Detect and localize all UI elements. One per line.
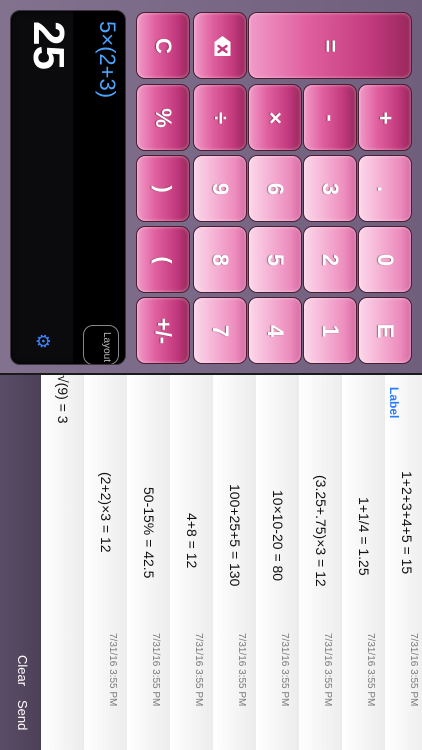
history-row[interactable]: √(9) = 3 xyxy=(41,375,85,750)
history-row[interactable]: (3.25+.75)×3 = 12 7/31/16 3:55 PM xyxy=(299,375,343,750)
history-row[interactable]: (2+2)×3 = 12 7/31/16 3:55 PM xyxy=(84,375,128,750)
history-equation: 100+25+5 = 130 xyxy=(227,484,243,587)
digit-7-key-label: 7 xyxy=(208,324,233,337)
digit-5-key-label: 5 xyxy=(263,253,288,266)
percent-key[interactable]: % xyxy=(136,84,190,151)
exponent-key[interactable]: E xyxy=(358,297,412,364)
subtract-key[interactable]: - xyxy=(303,84,357,151)
equals-key-label: = xyxy=(318,39,343,52)
digit-0-key-label: 0 xyxy=(373,253,398,266)
digit-8-key[interactable]: 8 xyxy=(193,226,247,293)
clear-key[interactable]: C xyxy=(136,12,190,79)
add-key[interactable]: + xyxy=(358,84,412,151)
history-equation: (3.25+.75)×3 = 12 xyxy=(313,475,329,587)
result-value: 25 xyxy=(24,21,73,70)
gear-icon[interactable]: ⚙ xyxy=(32,333,53,349)
history-row[interactable]: 10×10-20 = 80 7/31/16 3:55 PM xyxy=(256,375,300,750)
decimal-key[interactable]: . xyxy=(358,155,412,222)
backspace-key[interactable] xyxy=(193,12,247,79)
divide-key[interactable]: ÷ xyxy=(193,84,247,151)
calculator-panel: 25 ⚙ ○○● 5×(2+3) Layout C =% ÷ × - +) 9 6 3. (8 5 2… xyxy=(0,0,422,373)
history-equation: 10×10-20 = 80 xyxy=(270,490,286,582)
history-equation: 50-15% = 42.5 xyxy=(141,487,157,579)
percent-key-label: % xyxy=(151,107,176,128)
history-timestamp: 7/31/16 3:55 PM xyxy=(322,633,333,707)
decimal-key-label: . xyxy=(373,185,398,192)
digit-0-key[interactable]: 0 xyxy=(358,226,412,293)
history-timestamp: 7/31/16 3:55 PM xyxy=(408,633,419,707)
digit-5-key[interactable]: 5 xyxy=(248,226,302,293)
send-history-button[interactable]: Send xyxy=(15,700,30,730)
digit-2-key[interactable]: 2 xyxy=(303,226,357,293)
clear-key-label: C xyxy=(151,37,176,54)
layout-button-label: Layout xyxy=(101,332,112,363)
exponent-key-label: E xyxy=(373,323,398,338)
history-list: √(9) = 3 (2+2)×3 = 12 7/31/16 3:55 PM 50-15… xyxy=(41,375,422,750)
digit-1-key[interactable]: 1 xyxy=(303,297,357,364)
display: 25 ⚙ ○○● 5×(2+3) Layout xyxy=(10,10,126,365)
history-timestamp: 7/31/16 3:55 PM xyxy=(150,633,161,707)
open-paren-key-label: ( xyxy=(151,255,176,264)
history-label[interactable]: Label xyxy=(387,387,401,418)
multiply-key[interactable]: × xyxy=(248,84,302,151)
equals-key[interactable]: = xyxy=(248,12,412,79)
multiply-key-label: × xyxy=(263,111,288,124)
keypad: C =% ÷ × - +) 9 6 3. (8 5 2 0 +/- 7 4 1 E xyxy=(136,12,412,364)
history-row[interactable]: 1+1/4 = 1.25 7/31/16 3:55 PM xyxy=(342,375,386,750)
digit-1-key-label: 1 xyxy=(318,324,343,337)
history-row[interactable]: 100+25+5 = 130 7/31/16 3:55 PM xyxy=(213,375,257,750)
expression-area: 5×(2+3) xyxy=(73,11,125,364)
open-paren-key[interactable]: ( xyxy=(136,226,190,293)
digit-9-key-label: 9 xyxy=(208,182,233,195)
history-equation: √(9) = 3 xyxy=(55,375,71,424)
history-row[interactable]: 1+2+3+4+5 = 15 7/31/16 3:55 PM Label xyxy=(385,375,422,750)
digit-2-key-label: 2 xyxy=(318,253,343,266)
history-row[interactable]: 50-15% = 42.5 7/31/16 3:55 PM xyxy=(127,375,171,750)
digit-6-key[interactable]: 6 xyxy=(248,155,302,222)
history-toolbar xyxy=(0,375,44,750)
digit-6-key-label: 6 xyxy=(263,182,288,195)
digit-4-key[interactable]: 4 xyxy=(248,297,302,364)
sign-key-label: +/- xyxy=(151,317,176,344)
history-equation: 1+1/4 = 1.25 xyxy=(356,497,372,576)
clear-history-button[interactable]: Clear xyxy=(15,655,30,686)
digit-3-key[interactable]: 3 xyxy=(303,155,357,222)
subtract-key-label: - xyxy=(318,113,343,122)
sign-key[interactable]: +/- xyxy=(136,297,190,364)
layout-button[interactable]: Layout xyxy=(83,325,119,364)
digit-8-key-label: 8 xyxy=(208,253,233,266)
digit-7-key[interactable]: 7 xyxy=(193,297,247,364)
result-area: 25 ⚙ ○○● xyxy=(11,11,125,364)
add-key-label: + xyxy=(373,111,398,124)
divide-key-label: ÷ xyxy=(208,111,233,124)
history-equation: (2+2)×3 = 12 xyxy=(98,472,114,553)
history-timestamp: 7/31/16 3:55 PM xyxy=(236,633,247,707)
close-paren-key[interactable]: ) xyxy=(136,155,190,222)
history-equation: 4+8 = 12 xyxy=(184,513,200,569)
history-timestamp: 7/31/16 3:55 PM xyxy=(365,633,376,707)
history-timestamp: 7/31/16 3:55 PM xyxy=(107,633,118,707)
backspace-icon xyxy=(209,35,232,57)
history-timestamp: 7/31/16 3:55 PM xyxy=(279,633,290,707)
history-timestamp: 7/31/16 3:55 PM xyxy=(193,633,204,707)
digit-9-key[interactable]: 9 xyxy=(193,155,247,222)
close-paren-key-label: ) xyxy=(151,184,176,193)
history-equation: 1+2+3+4+5 = 15 xyxy=(399,471,415,575)
history-row[interactable]: 4+8 = 12 7/31/16 3:55 PM xyxy=(170,375,214,750)
digit-3-key-label: 3 xyxy=(318,182,343,195)
expression-text: 5×(2+3) xyxy=(95,21,120,99)
digit-4-key-label: 4 xyxy=(263,324,288,337)
